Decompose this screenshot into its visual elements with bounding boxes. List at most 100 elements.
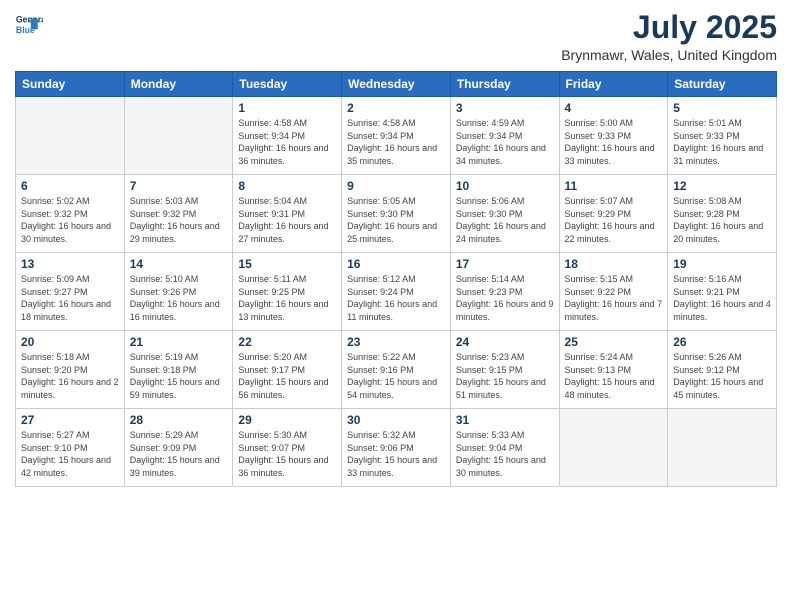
day-number: 17 <box>456 257 554 271</box>
day-number: 1 <box>238 101 336 115</box>
day-number: 31 <box>456 413 554 427</box>
cell-week3-day5: 18 Sunrise: 5:15 AMSunset: 9:22 PMDayligh… <box>559 253 668 331</box>
day-detail: Sunrise: 5:09 AMSunset: 9:27 PMDaylight:… <box>21 273 119 323</box>
cell-week2-day0: 6Sunrise: 5:02 AMSunset: 9:32 PMDaylight… <box>16 175 125 253</box>
day-number: 19 <box>673 257 771 271</box>
header: General Blue General Blue July 2025 Bryn… <box>15 10 777 63</box>
day-number: 7 <box>130 179 228 193</box>
cell-week2-day6: 12Sunrise: 5:08 AMSunset: 9:28 PMDayligh… <box>668 175 777 253</box>
day-detail: Sunrise: 5:07 AMSunset: 9:29 PMDaylight:… <box>565 195 663 245</box>
cell-week2-day1: 7Sunrise: 5:03 AMSunset: 9:32 PMDaylight… <box>124 175 233 253</box>
day-detail: Sunrise: 5:30 AMSunset: 9:07 PMDaylight:… <box>238 429 336 479</box>
cell-week4-day5: 25 Sunrise: 5:24 AMSunset: 9:13 PMDayligh… <box>559 331 668 409</box>
day-number: 2 <box>347 101 445 115</box>
day-detail: Sunrise: 5:12 AMSunset: 9:24 PMDaylight:… <box>347 273 445 323</box>
day-number: 10 <box>456 179 554 193</box>
cell-week2-day4: 10 Sunrise: 5:06 AMSunset: 9:30 PMDayligh… <box>450 175 559 253</box>
day-detail: Sunrise: 5:26 AMSunset: 9:12 PMDaylight:… <box>673 351 771 401</box>
day-detail: Sunrise: 5:27 AMSunset: 9:10 PMDaylight:… <box>21 429 119 479</box>
cell-week5-day3: 30 Sunrise: 5:32 AMSunset: 9:06 PMDayligh… <box>342 409 451 487</box>
day-detail: Sunrise: 5:20 AMSunset: 9:17 PMDaylight:… <box>238 351 336 401</box>
day-detail: Sunrise: 5:05 AMSunset: 9:30 PMDaylight:… <box>347 195 445 245</box>
day-detail: Sunrise: 5:23 AMSunset: 9:15 PMDaylight:… <box>456 351 554 401</box>
cell-week4-day1: 21 Sunrise: 5:19 AMSunset: 9:18 PMDayligh… <box>124 331 233 409</box>
day-number: 8 <box>238 179 336 193</box>
cell-week2-day2: 8Sunrise: 5:04 AMSunset: 9:31 PMDaylight… <box>233 175 342 253</box>
cell-week3-day1: 14Sunrise: 5:10 AMSunset: 9:26 PMDayligh… <box>124 253 233 331</box>
day-number: 22 <box>238 335 336 349</box>
day-detail: Sunrise: 5:22 AMSunset: 9:16 PMDaylight:… <box>347 351 445 401</box>
cell-week5-day4: 31 Sunrise: 5:33 AMSunset: 9:04 PMDayligh… <box>450 409 559 487</box>
day-detail: Sunrise: 5:11 AMSunset: 9:25 PMDaylight:… <box>238 273 336 323</box>
day-number: 16 <box>347 257 445 271</box>
cell-week4-day2: 22 Sunrise: 5:20 AMSunset: 9:17 PMDayligh… <box>233 331 342 409</box>
day-detail: Sunrise: 5:24 AMSunset: 9:13 PMDaylight:… <box>565 351 663 401</box>
day-detail: Sunrise: 5:19 AMSunset: 9:18 PMDaylight:… <box>130 351 228 401</box>
day-number: 13 <box>21 257 119 271</box>
day-number: 26 <box>673 335 771 349</box>
day-detail: Sunrise: 4:58 AMSunset: 9:34 PMDaylight:… <box>347 117 445 167</box>
cell-week3-day3: 16 Sunrise: 5:12 AMSunset: 9:24 PMDayligh… <box>342 253 451 331</box>
cell-week1-day6: 5Sunrise: 5:01 AMSunset: 9:33 PMDaylight… <box>668 97 777 175</box>
day-detail: Sunrise: 5:16 AMSunset: 9:21 PMDaylight:… <box>673 273 771 323</box>
svg-text:General: General <box>16 14 43 24</box>
cell-week4-day4: 24 Sunrise: 5:23 AMSunset: 9:15 PMDayligh… <box>450 331 559 409</box>
day-detail: Sunrise: 5:00 AMSunset: 9:33 PMDaylight:… <box>565 117 663 167</box>
cell-week4-day0: 20 Sunrise: 5:18 AMSunset: 9:20 PMDayligh… <box>16 331 125 409</box>
day-number: 20 <box>21 335 119 349</box>
day-number: 18 <box>565 257 663 271</box>
day-detail: Sunrise: 4:59 AMSunset: 9:34 PMDaylight:… <box>456 117 554 167</box>
weekday-tuesday: Tuesday <box>233 72 342 97</box>
day-detail: Sunrise: 5:33 AMSunset: 9:04 PMDaylight:… <box>456 429 554 479</box>
day-number: 14 <box>130 257 228 271</box>
cell-week1-day0 <box>16 97 125 175</box>
day-number: 9 <box>347 179 445 193</box>
day-detail: Sunrise: 5:29 AMSunset: 9:09 PMDaylight:… <box>130 429 228 479</box>
day-number: 15 <box>238 257 336 271</box>
cell-week5-day0: 27 Sunrise: 5:27 AMSunset: 9:10 PMDayligh… <box>16 409 125 487</box>
calendar-table: SundayMondayTuesdayWednesdayThursdayFrid… <box>15 71 777 487</box>
day-detail: Sunrise: 5:15 AMSunset: 9:22 PMDaylight:… <box>565 273 663 323</box>
day-detail: Sunrise: 5:02 AMSunset: 9:32 PMDaylight:… <box>21 195 119 245</box>
cell-week5-day1: 28 Sunrise: 5:29 AMSunset: 9:09 PMDayligh… <box>124 409 233 487</box>
day-detail: Sunrise: 5:18 AMSunset: 9:20 PMDaylight:… <box>21 351 119 401</box>
week-row-5: 27 Sunrise: 5:27 AMSunset: 9:10 PMDayligh… <box>16 409 777 487</box>
logo: General Blue General Blue <box>15 10 43 38</box>
day-number: 21 <box>130 335 228 349</box>
day-number: 12 <box>673 179 771 193</box>
day-number: 23 <box>347 335 445 349</box>
cell-week3-day0: 13 Sunrise: 5:09 AMSunset: 9:27 PMDayligh… <box>16 253 125 331</box>
day-number: 25 <box>565 335 663 349</box>
calendar-page: General Blue General Blue July 2025 Bryn… <box>0 0 792 612</box>
day-number: 4 <box>565 101 663 115</box>
cell-week4-day3: 23 Sunrise: 5:22 AMSunset: 9:16 PMDayligh… <box>342 331 451 409</box>
week-row-2: 6Sunrise: 5:02 AMSunset: 9:32 PMDaylight… <box>16 175 777 253</box>
day-detail: Sunrise: 5:32 AMSunset: 9:06 PMDaylight:… <box>347 429 445 479</box>
cell-week1-day5: 4 Sunrise: 5:00 AMSunset: 9:33 PMDaylight… <box>559 97 668 175</box>
cell-week3-day2: 15 Sunrise: 5:11 AMSunset: 9:25 PMDayligh… <box>233 253 342 331</box>
cell-week3-day4: 17Sunrise: 5:14 AMSunset: 9:23 PMDayligh… <box>450 253 559 331</box>
cell-week1-day2: 1 Sunrise: 4:58 AMSunset: 9:34 PMDaylight… <box>233 97 342 175</box>
cell-week1-day1 <box>124 97 233 175</box>
day-detail: Sunrise: 5:01 AMSunset: 9:33 PMDaylight:… <box>673 117 771 167</box>
day-number: 27 <box>21 413 119 427</box>
cell-week5-day6 <box>668 409 777 487</box>
day-detail: Sunrise: 4:58 AMSunset: 9:34 PMDaylight:… <box>238 117 336 167</box>
day-number: 11 <box>565 179 663 193</box>
cell-week1-day3: 2 Sunrise: 4:58 AMSunset: 9:34 PMDaylight… <box>342 97 451 175</box>
weekday-saturday: Saturday <box>668 72 777 97</box>
logo-icon: General Blue <box>15 10 43 38</box>
day-number: 30 <box>347 413 445 427</box>
day-number: 28 <box>130 413 228 427</box>
day-detail: Sunrise: 5:06 AMSunset: 9:30 PMDaylight:… <box>456 195 554 245</box>
weekday-monday: Monday <box>124 72 233 97</box>
day-number: 24 <box>456 335 554 349</box>
weekday-sunday: Sunday <box>16 72 125 97</box>
weekday-friday: Friday <box>559 72 668 97</box>
cell-week5-day5 <box>559 409 668 487</box>
cell-week1-day4: 3 Sunrise: 4:59 AMSunset: 9:34 PMDaylight… <box>450 97 559 175</box>
cell-week3-day6: 19 Sunrise: 5:16 AMSunset: 9:21 PMDayligh… <box>668 253 777 331</box>
week-row-4: 20 Sunrise: 5:18 AMSunset: 9:20 PMDayligh… <box>16 331 777 409</box>
day-number: 3 <box>456 101 554 115</box>
cell-week2-day3: 9 Sunrise: 5:05 AMSunset: 9:30 PMDaylight… <box>342 175 451 253</box>
